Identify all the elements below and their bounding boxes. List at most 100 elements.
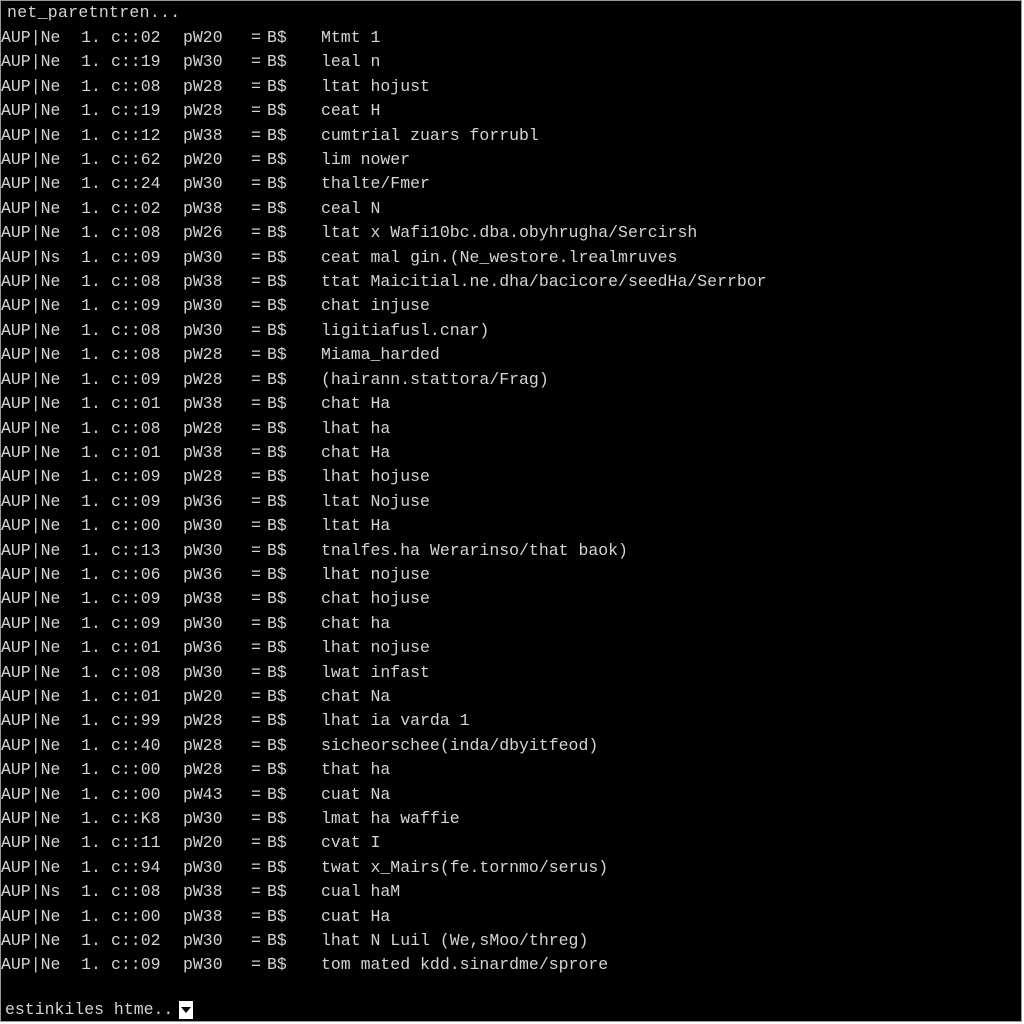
- log-line: AUP|Ne1.c::08pW28=B$Miama_harded: [1, 343, 1021, 367]
- col-num: 1.: [71, 661, 111, 685]
- col-desc: tom mated kdd.sinardme/sprore: [301, 953, 608, 977]
- col-num: 1.: [71, 490, 111, 514]
- col-tag: AUP|Ne: [1, 392, 71, 416]
- col-desc: (hairann.stattora/Frag): [301, 368, 549, 392]
- col-desc: chat ha: [301, 612, 390, 636]
- col-pw: pW30: [183, 50, 245, 74]
- col-desc: ltat Ha: [301, 514, 390, 538]
- col-cc: c::09: [111, 465, 183, 489]
- col-cc: c::01: [111, 392, 183, 416]
- command-prompt[interactable]: estinkiles htme..: [1, 1000, 1021, 1021]
- col-desc: ceat H: [301, 99, 380, 123]
- log-line: AUP|Ne1.c::12pW38=B$cumtrial zuars forru…: [1, 124, 1021, 148]
- col-num: 1.: [71, 734, 111, 758]
- log-line: AUP|Ne1.c::08pW38=B$ttat Maicitial.ne.dh…: [1, 270, 1021, 294]
- col-tag: AUP|Ne: [1, 685, 71, 709]
- col-num: 1.: [71, 783, 111, 807]
- col-desc: tnalfes.ha Werarinso/that baok): [301, 539, 628, 563]
- col-eq: =: [245, 221, 267, 245]
- col-desc: leal n: [301, 50, 380, 74]
- col-eq: =: [245, 319, 267, 343]
- col-eq: =: [245, 807, 267, 831]
- log-line: AUP|Ne1.c::08pW30=B$lwat infast: [1, 661, 1021, 685]
- col-bflag: B$: [267, 783, 301, 807]
- col-desc: chat Ha: [301, 392, 390, 416]
- col-num: 1.: [71, 831, 111, 855]
- col-bflag: B$: [267, 124, 301, 148]
- col-bflag: B$: [267, 441, 301, 465]
- log-line: AUP|Ns1.c::08pW38=B$cual haM: [1, 880, 1021, 904]
- col-tag: AUP|Ne: [1, 709, 71, 733]
- cursor-icon: [179, 1001, 193, 1019]
- log-line: AUP|Ne1.c::09pW38=B$chat hojuse: [1, 587, 1021, 611]
- col-bflag: B$: [267, 734, 301, 758]
- col-pw: pW43: [183, 783, 245, 807]
- col-cc: c::01: [111, 685, 183, 709]
- log-line: AUP|Ne1.c::11pW20=B$cvat I: [1, 831, 1021, 855]
- col-eq: =: [245, 661, 267, 685]
- col-cc: c::02: [111, 929, 183, 953]
- col-desc: ceal N: [301, 197, 380, 221]
- col-num: 1.: [71, 124, 111, 148]
- log-line: AUP|Ne1.c::02pW38=B$ceal N: [1, 197, 1021, 221]
- col-tag: AUP|Ne: [1, 319, 71, 343]
- col-cc: c::24: [111, 172, 183, 196]
- log-line: AUP|Ne1.c::02pW20=B$Mtmt 1: [1, 26, 1021, 50]
- col-cc: c::08: [111, 661, 183, 685]
- col-num: 1.: [71, 26, 111, 50]
- col-pw: pW36: [183, 636, 245, 660]
- col-bflag: B$: [267, 709, 301, 733]
- terminal-output[interactable]: AUP|Ne1.c::02pW20=B$Mtmt 1AUP|Ne1.c::19p…: [1, 26, 1021, 1000]
- log-line: AUP|Ne1.c::01pW20=B$chat Na: [1, 685, 1021, 709]
- col-cc: c::09: [111, 587, 183, 611]
- col-cc: c::40: [111, 734, 183, 758]
- col-cc: c::09: [111, 246, 183, 270]
- col-num: 1.: [71, 514, 111, 538]
- col-num: 1.: [71, 75, 111, 99]
- col-bflag: B$: [267, 343, 301, 367]
- col-desc: cvat I: [301, 831, 380, 855]
- col-desc: cual haM: [301, 880, 400, 904]
- col-desc: twat x_Mairs(fe.tornmo/serus): [301, 856, 608, 880]
- col-eq: =: [245, 99, 267, 123]
- log-line: AUP|Ne1.c::06pW36=B$lhat nojuse: [1, 563, 1021, 587]
- col-bflag: B$: [267, 636, 301, 660]
- col-bflag: B$: [267, 563, 301, 587]
- col-desc: ttat Maicitial.ne.dha/bacicore/seedHa/Se…: [301, 270, 767, 294]
- col-eq: =: [245, 465, 267, 489]
- col-bflag: B$: [267, 905, 301, 929]
- log-line: AUP|Ne1.c::09pW30=B$tom mated kdd.sinard…: [1, 953, 1021, 977]
- col-tag: AUP|Ns: [1, 246, 71, 270]
- log-line: AUP|Ne1.c::24pW30=B$thalte/Fmer: [1, 172, 1021, 196]
- col-num: 1.: [71, 465, 111, 489]
- col-pw: pW28: [183, 734, 245, 758]
- col-eq: =: [245, 783, 267, 807]
- col-desc: ligitiafusl.cnar): [301, 319, 489, 343]
- col-bflag: B$: [267, 514, 301, 538]
- col-tag: AUP|Ne: [1, 783, 71, 807]
- col-tag: AUP|Ne: [1, 563, 71, 587]
- col-eq: =: [245, 880, 267, 904]
- col-desc: lhat N Luil (We,sMoo/threg): [301, 929, 588, 953]
- col-pw: pW30: [183, 294, 245, 318]
- header-title: net_paretntren...: [7, 3, 180, 22]
- col-pw: pW30: [183, 612, 245, 636]
- col-pw: pW26: [183, 221, 245, 245]
- col-num: 1.: [71, 758, 111, 782]
- log-line: AUP|Ne1.c::00pW28=B$that ha: [1, 758, 1021, 782]
- col-num: 1.: [71, 246, 111, 270]
- col-num: 1.: [71, 392, 111, 416]
- col-eq: =: [245, 490, 267, 514]
- col-num: 1.: [71, 417, 111, 441]
- col-cc: c::13: [111, 539, 183, 563]
- col-bflag: B$: [267, 417, 301, 441]
- col-tag: AUP|Ne: [1, 661, 71, 685]
- col-desc: lhat nojuse: [301, 636, 430, 660]
- col-tag: AUP|Ne: [1, 587, 71, 611]
- col-tag: AUP|Ne: [1, 758, 71, 782]
- col-eq: =: [245, 563, 267, 587]
- log-line: AUP|Ne1.c::09pW28=B$(hairann.stattora/Fr…: [1, 368, 1021, 392]
- col-bflag: B$: [267, 26, 301, 50]
- col-tag: AUP|Ne: [1, 172, 71, 196]
- col-desc: cuat Na: [301, 783, 390, 807]
